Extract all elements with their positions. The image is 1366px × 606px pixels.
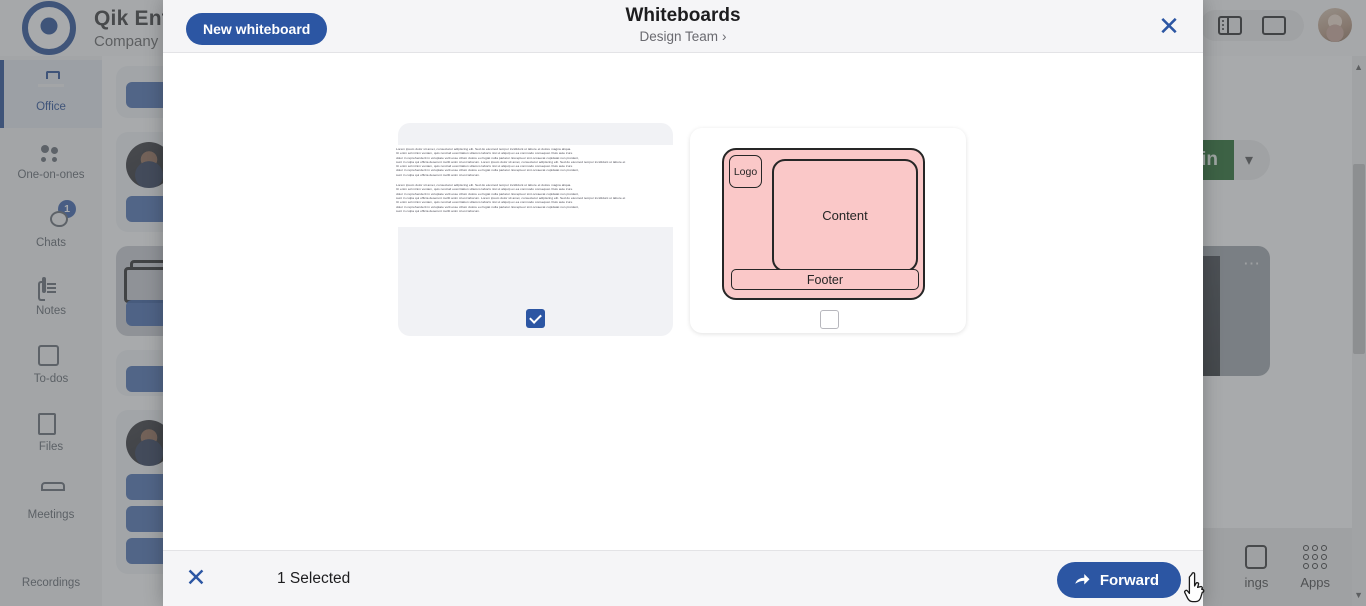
forward-button[interactable]: Forward [1056, 562, 1181, 598]
text-line: sunt in culpa qui officia deserunt molli… [396, 172, 481, 177]
text-paragraph-group: Lorem ipsum dolor sit amet, consectetur … [396, 183, 704, 213]
wireframe-logo-box: Logo [729, 155, 762, 188]
modal-header: New whiteboard Whiteboards Design Team › … [163, 0, 1203, 53]
text-line: sunt in culpa qui officia deserunt molli… [396, 208, 481, 213]
text-paragraph-group: Lorem ipsum dolor sit amet, consectetur … [396, 147, 704, 177]
forward-label: Forward [1099, 571, 1159, 589]
chevron-right-icon: › [722, 29, 727, 44]
breadcrumb-team-label: Design Team [639, 29, 719, 44]
page-title: Whiteboards [625, 5, 741, 26]
screen-root: Qik Enterprise Company - Office One-on-o… [0, 0, 1366, 606]
modal-title-block: Whiteboards Design Team › [163, 5, 1203, 44]
whiteboard-card-text[interactable]: Lorem ipsum dolor sit amet, consectetur … [396, 123, 704, 336]
wireframe-footer-box: Footer [731, 269, 919, 290]
selected-count-label: 1 Selected [277, 569, 351, 587]
modal-footer: ✕ 1 Selected Forward [163, 550, 1203, 606]
whiteboard-text-preview: Lorem ipsum dolor sit amet, consectetur … [396, 145, 704, 227]
wireframe-outer-frame: Logo Content Footer [722, 148, 925, 300]
cancel-selection-button[interactable]: ✕ [181, 564, 211, 594]
close-icon[interactable]: ✕ [1155, 13, 1183, 41]
checkbox-unchecked-icon[interactable] [820, 310, 839, 329]
whiteboards-modal: New whiteboard Whiteboards Design Team › … [163, 0, 1203, 606]
whiteboards-grid: Lorem ipsum dolor sit amet, consectetur … [163, 53, 1203, 550]
breadcrumb[interactable]: Design Team › [163, 29, 1203, 44]
wireframe-content-box: Content [772, 159, 918, 272]
checkbox-checked-icon[interactable] [526, 309, 545, 328]
whiteboard-card-wireframe[interactable]: Logo Content Footer [690, 128, 966, 333]
forward-arrow-icon [1073, 571, 1091, 589]
